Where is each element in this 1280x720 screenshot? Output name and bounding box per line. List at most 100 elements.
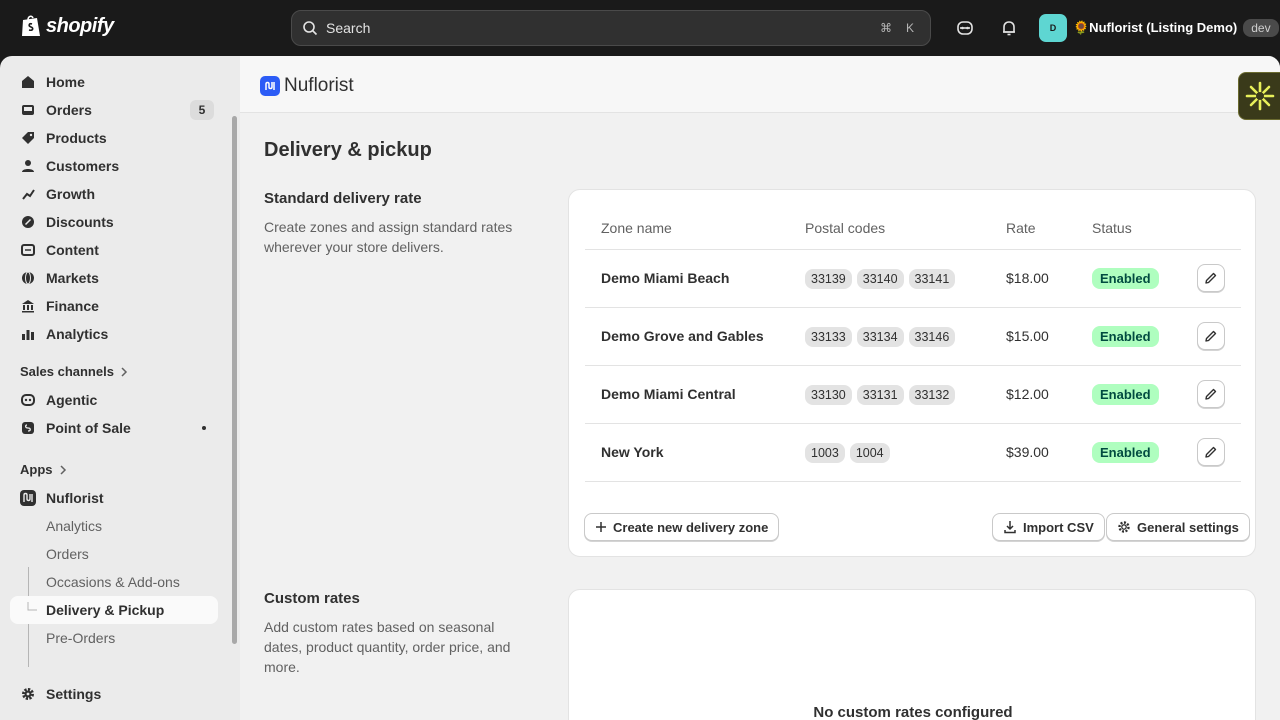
sidebar-item-label: Customers — [46, 158, 120, 174]
sidebar-item-label: Agentic — [46, 392, 98, 408]
sidebar-subitem-delivery-pickup[interactable]: Delivery & Pickup — [10, 596, 218, 624]
orders-count-badge: 5 — [190, 100, 214, 120]
sidebar-subitem-analytics[interactable]: Analytics — [10, 512, 218, 540]
sidebar-item-markets[interactable]: Markets — [10, 264, 218, 292]
store-avatar: D — [1039, 14, 1067, 42]
plus-icon — [596, 522, 606, 532]
shopify-logo[interactable]: shopify — [20, 14, 114, 38]
sidebar-item-customers[interactable]: Customers — [10, 152, 218, 180]
status-badge: Enabled — [1092, 268, 1159, 289]
sparkle-icon — [1245, 81, 1275, 111]
postal-code-tag: 1003 — [805, 443, 845, 463]
general-settings-button[interactable]: General settings — [1106, 513, 1250, 541]
pos-icon — [20, 420, 36, 436]
sidebar-item-label: Content — [46, 242, 99, 258]
tree-branch-icon — [27, 602, 37, 611]
delivery-zones-card: Zone name Postal codes Rate Status Demo … — [568, 189, 1256, 557]
agentic-icon — [20, 392, 36, 408]
sidekick-launcher[interactable] — [1238, 72, 1280, 120]
table-header: Zone name Postal codes Rate Status — [585, 210, 1241, 250]
sidebar-item-discounts[interactable]: Discounts — [10, 208, 218, 236]
sidebar-item-label: Point of Sale — [46, 420, 131, 436]
postal-code-tag: 33131 — [856, 385, 904, 405]
pencil-icon — [1205, 330, 1217, 342]
sidebar-subitem-occasions[interactable]: Occasions & Add-ons — [10, 568, 218, 596]
column-header-rate: Rate — [1006, 220, 1036, 236]
sidebar-item-point-of-sale[interactable]: Point of Sale — [10, 414, 218, 442]
sidebar-item-home[interactable]: Home — [10, 68, 218, 96]
custom-rates-card: No custom rates configured — [568, 589, 1256, 720]
sidebar-item-nuflorist[interactable]: Nuflorist — [10, 484, 218, 512]
sidebar-subitem-label: Delivery & Pickup — [46, 602, 165, 618]
bell-icon — [1003, 21, 1015, 36]
globe-icon — [20, 270, 36, 286]
import-csv-label: Import CSV — [1023, 519, 1094, 535]
standard-rate-title: Standard delivery rate — [264, 190, 422, 207]
pencil-icon — [1205, 388, 1217, 400]
sidebar-item-label: Discounts — [46, 214, 114, 230]
sidebar-item-settings[interactable]: Settings — [10, 680, 218, 708]
edit-zone-button[interactable] — [1197, 380, 1225, 408]
sidebar-item-content[interactable]: Content — [10, 236, 218, 264]
edit-zone-button[interactable] — [1197, 322, 1225, 350]
store-switcher[interactable]: D 🌻Nuflorist (Listing Demo) dev — [1039, 14, 1279, 42]
sales-channels-heading[interactable]: Sales channels — [20, 364, 128, 379]
page-title: Delivery & pickup — [264, 139, 432, 161]
sidebar-item-label: Growth — [46, 186, 95, 202]
nuflorist-logo-icon — [260, 76, 280, 96]
postal-codes: 1003 1004 — [805, 443, 890, 463]
postal-code-tag: 33132 — [908, 385, 956, 405]
notifications-button[interactable] — [998, 17, 1020, 39]
zone-rate: $39.00 — [1006, 444, 1049, 460]
sidekick-button[interactable] — [954, 17, 976, 39]
create-delivery-zone-label: Create new delivery zone — [613, 519, 769, 535]
pencil-icon — [1205, 272, 1217, 284]
sidebar-subitem-orders[interactable]: Orders — [10, 540, 218, 568]
search-icon — [303, 21, 318, 36]
zone-name: Demo Miami Beach — [601, 270, 730, 286]
zone-name: Demo Grove and Gables — [601, 328, 764, 344]
sidebar-item-finance[interactable]: Finance — [10, 292, 218, 320]
edit-zone-button[interactable] — [1197, 264, 1225, 292]
import-csv-button[interactable]: Import CSV — [992, 513, 1105, 541]
postal-code-tag: 33130 — [805, 385, 852, 405]
shortcut-cmd: ⌘ — [880, 21, 892, 35]
edit-zone-button[interactable] — [1197, 438, 1225, 466]
sidebar-item-label: Analytics — [46, 326, 109, 342]
table-row: Demo Miami Central 33130 33131 33132 $12… — [585, 366, 1241, 424]
status-badge: Enabled — [1092, 326, 1159, 347]
sidebar-item-analytics[interactable]: Analytics — [10, 320, 218, 348]
create-delivery-zone-button[interactable]: Create new delivery zone — [584, 513, 780, 541]
growth-icon — [20, 186, 36, 202]
sidebar-subitem-pre-orders[interactable]: Pre-Orders — [10, 624, 218, 652]
top-bar: shopify Search ⌘ K D 🌻Nuflorist (Listing… — [0, 0, 1280, 56]
column-header-postal: Postal codes — [805, 220, 886, 236]
empty-state-title: No custom rates configured — [813, 704, 1013, 720]
zone-rate: $12.00 — [1006, 386, 1049, 402]
postal-code-tag: 33139 — [805, 269, 852, 289]
chart-icon — [20, 326, 36, 342]
search-input[interactable]: Search ⌘ K — [291, 10, 931, 46]
column-header-status: Status — [1092, 220, 1132, 236]
table-row: New York 1003 1004 $39.00 Enabled — [585, 424, 1241, 482]
status-badge: Enabled — [1092, 442, 1159, 463]
status-badge: Enabled — [1092, 384, 1159, 405]
sidebar-scrollbar[interactable] — [232, 116, 237, 644]
sidebar-item-growth[interactable]: Growth — [10, 180, 218, 208]
download-icon — [1004, 521, 1016, 534]
sidebar-item-agentic[interactable]: Agentic — [10, 386, 218, 414]
sidebar-item-orders[interactable]: Orders 5 — [10, 96, 218, 124]
sidebar-item-label: Finance — [46, 298, 99, 314]
table-row: Demo Grove and Gables 33133 33134 33146 … — [585, 308, 1241, 366]
chevron-right-icon — [59, 464, 66, 475]
search-placeholder: Search — [326, 20, 371, 36]
home-icon — [20, 74, 36, 90]
shortcut-key: K — [905, 21, 914, 35]
apps-heading[interactable]: Apps — [20, 462, 67, 477]
content-icon — [20, 242, 36, 258]
chevron-right-icon — [121, 366, 128, 377]
sidebar-item-label: Products — [46, 130, 107, 146]
postal-code-tag: 33134 — [856, 327, 904, 347]
sidebar-item-products[interactable]: Products — [10, 124, 218, 152]
sales-channels-label: Sales channels — [20, 364, 114, 379]
